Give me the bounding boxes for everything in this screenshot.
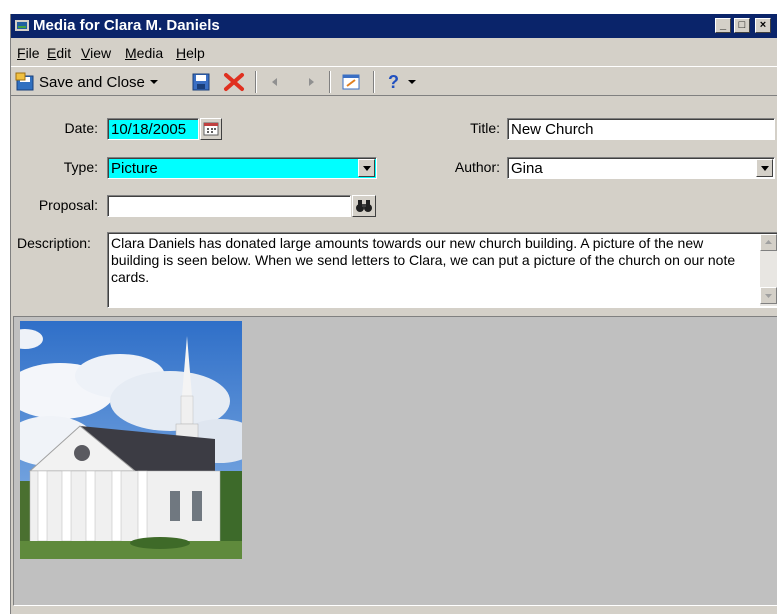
minimize-button[interactable]: _ [715, 18, 731, 33]
description-scrollbar[interactable] [760, 234, 777, 306]
next-icon [309, 78, 314, 86]
media-image-panel [13, 316, 777, 606]
save-button[interactable] [191, 71, 211, 93]
author-dropdown-button[interactable] [756, 159, 773, 177]
toolbar: Save and Close ? [11, 66, 777, 96]
save-close-icon [15, 72, 34, 91]
title-bar[interactable]: Media for Clara M. Daniels _ □ × [11, 14, 777, 38]
svg-text:?: ? [388, 72, 399, 92]
help-button[interactable]: ? [385, 71, 417, 93]
proposal-search-button[interactable] [352, 195, 376, 217]
media-window: Media for Clara M. Daniels _ □ × File Ed… [10, 14, 777, 614]
window-title: Media for Clara M. Daniels [33, 17, 220, 34]
toolbar-separator [255, 71, 257, 93]
calendar-button[interactable] [200, 118, 222, 140]
type-select[interactable]: Picture [107, 157, 377, 179]
help-icon: ? [388, 72, 399, 92]
description-textarea[interactable]: Clara Daniels has donated large amounts … [107, 232, 777, 308]
chevron-up-icon [765, 240, 772, 244]
chevron-down-icon [765, 294, 772, 298]
delete-icon [224, 73, 244, 91]
title-label: Title: [470, 120, 500, 136]
app-icon [15, 20, 29, 31]
type-label: Type: [63, 159, 98, 175]
date-label: Date: [64, 120, 98, 136]
maximize-button[interactable]: □ [734, 18, 750, 33]
delete-button[interactable] [223, 71, 245, 93]
toolbar-separator [373, 71, 375, 93]
next-button[interactable] [305, 71, 317, 93]
scroll-down-button[interactable] [760, 287, 777, 304]
type-dropdown-button[interactable] [358, 159, 375, 177]
menu-file[interactable]: File [17, 45, 40, 61]
chevron-down-icon [363, 166, 371, 171]
properties-icon [342, 74, 360, 90]
proposal-field[interactable] [107, 195, 351, 217]
chevron-down-icon [149, 80, 158, 84]
save-and-close-button[interactable]: Save and Close [15, 71, 159, 93]
toolbar-separator [329, 71, 331, 93]
menu-view[interactable]: View [81, 45, 111, 61]
date-field[interactable]: 10/18/2005 [107, 118, 199, 140]
chevron-down-icon [761, 166, 769, 171]
save-icon [192, 73, 210, 91]
menu-bar: File Edit View Media Help [11, 42, 777, 64]
scroll-up-button[interactable] [760, 234, 777, 251]
calendar-icon [203, 122, 219, 136]
church-photo [20, 321, 242, 559]
previous-button[interactable] [269, 71, 281, 93]
menu-media[interactable]: Media [125, 45, 163, 61]
binoculars-icon [356, 200, 372, 212]
author-label: Author: [454, 159, 500, 175]
menu-edit[interactable]: Edit [47, 45, 71, 61]
close-button[interactable]: × [755, 18, 771, 33]
title-field[interactable]: New Church [507, 118, 775, 140]
description-label: Description: [17, 235, 91, 251]
previous-icon [272, 78, 277, 86]
menu-help[interactable]: Help [176, 45, 205, 61]
proposal-label: Proposal: [38, 197, 98, 213]
properties-button[interactable] [341, 71, 361, 93]
author-select[interactable]: Gina [507, 157, 775, 179]
chevron-down-icon [408, 80, 416, 84]
